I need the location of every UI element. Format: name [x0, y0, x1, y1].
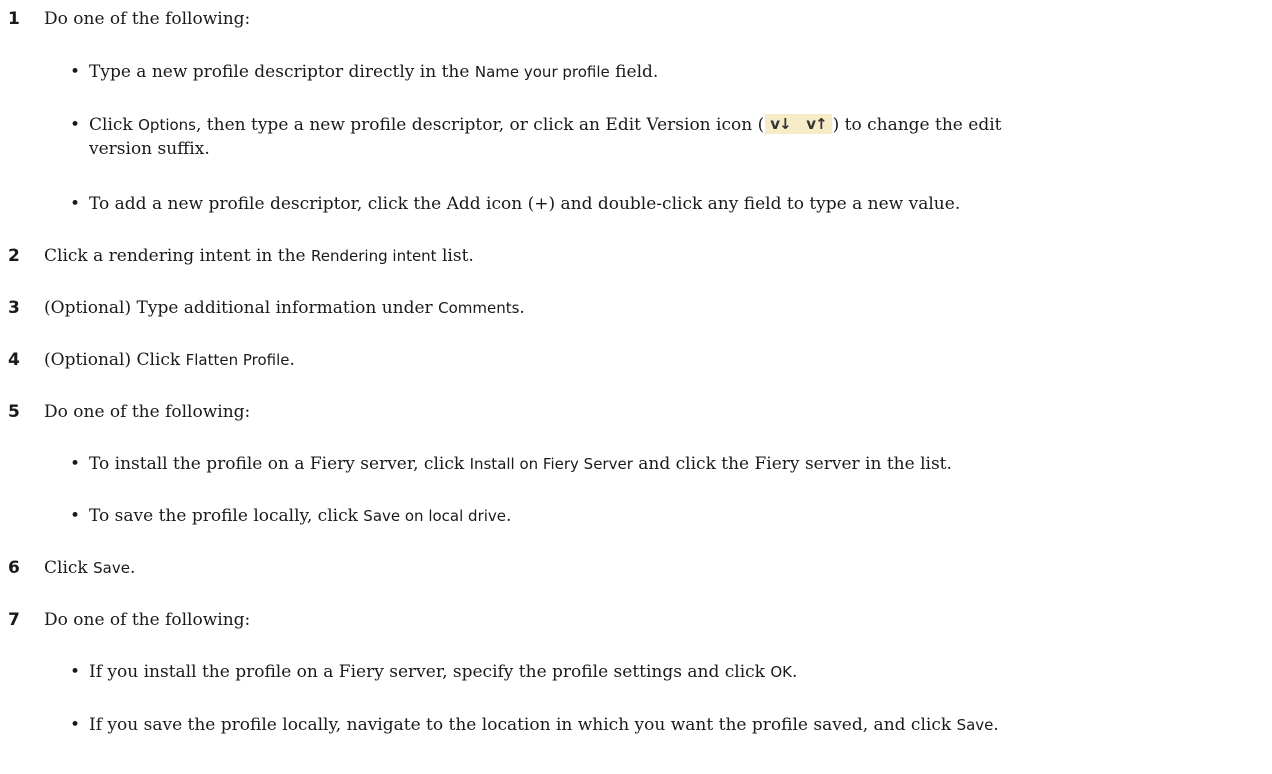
step-number: 1 — [8, 9, 20, 29]
step-text: Do one of the following: — [44, 9, 251, 29]
ui-term: Options — [138, 116, 196, 134]
bullet-icon: • — [70, 715, 81, 735]
ui-term: Name your profile — [474, 63, 610, 81]
step-number: 6 — [8, 558, 20, 578]
edit-version-icons: v↓ v↑ — [765, 114, 832, 134]
ui-term: Flatten Profile — [185, 351, 290, 369]
ui-term: Save on local drive — [363, 507, 507, 525]
bullet-icon: • — [70, 62, 81, 82]
ui-term: Comments — [438, 299, 520, 317]
version-down-icon: v↓ — [770, 115, 791, 133]
step-text: Do one of the following: — [44, 402, 251, 422]
step-number: 4 — [8, 350, 20, 370]
ui-term: OK — [770, 663, 793, 681]
bullet-icon: • — [70, 662, 81, 682]
step-number: 2 — [8, 246, 20, 266]
step-number: 7 — [8, 610, 20, 630]
step-text: Do one of the following: — [44, 610, 251, 630]
step-number: 3 — [8, 298, 20, 318]
ui-term: Install on Fiery Server — [469, 455, 633, 473]
bullet-icon: • — [70, 115, 81, 135]
ui-term: Rendering intent — [311, 247, 437, 265]
step-number: 5 — [8, 402, 20, 422]
ui-term: Save — [93, 559, 130, 577]
bullet-icon: • — [70, 194, 81, 214]
ui-term: Save — [956, 716, 994, 734]
bullet-icon: • — [70, 454, 81, 474]
version-up-icon: v↑ — [806, 115, 827, 133]
bullet-icon: • — [70, 506, 81, 526]
